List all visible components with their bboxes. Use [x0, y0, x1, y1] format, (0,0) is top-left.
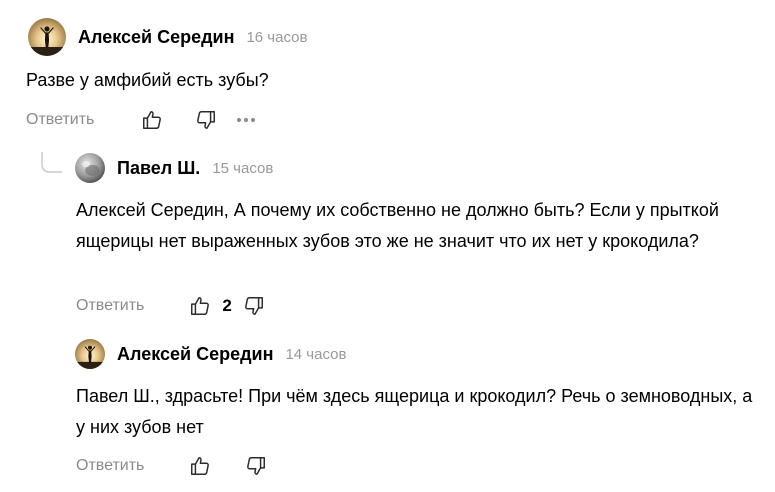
- comment-actions: Ответить 2: [76, 294, 266, 318]
- comment-header: Алексей Середин 16 часов: [28, 18, 307, 56]
- author-name[interactable]: Павел Ш.: [117, 158, 200, 179]
- comment-text: Павел Ш., здрасьте! При чём здесь ящериц…: [76, 386, 753, 437]
- reply-button[interactable]: Ответить: [76, 457, 144, 475]
- author-name[interactable]: Алексей Середин: [117, 344, 273, 365]
- reply-thread-icon: [41, 152, 62, 173]
- reply-button[interactable]: Ответить: [26, 111, 94, 129]
- comment-text: Разве у амфибий есть зубы?: [26, 70, 269, 90]
- comment-header: Алексей Середин 14 часов: [75, 339, 346, 369]
- comment-time: 15 часов: [212, 159, 274, 177]
- comment-text: Алексей Середин, А почему их собственно …: [76, 200, 719, 251]
- thumbs-down-icon[interactable]: [244, 454, 268, 478]
- like-count: 2: [222, 296, 232, 315]
- comment-time: 16 часов: [246, 28, 308, 46]
- comment-actions: Ответить: [76, 454, 268, 478]
- avatar[interactable]: [75, 339, 105, 369]
- comment-actions: Ответить: [26, 108, 258, 132]
- thumbs-up-icon[interactable]: [188, 454, 212, 478]
- avatar[interactable]: [28, 18, 66, 56]
- reply-button[interactable]: Ответить: [76, 297, 144, 315]
- more-dots-icon[interactable]: [234, 108, 258, 132]
- avatar[interactable]: [75, 153, 105, 183]
- thumbs-up-icon[interactable]: [188, 294, 212, 318]
- thumbs-down-icon[interactable]: [242, 294, 266, 318]
- thumbs-up-icon[interactable]: [140, 108, 164, 132]
- thumbs-down-icon[interactable]: [194, 108, 218, 132]
- comment-header: Павел Ш. 15 часов: [75, 153, 273, 183]
- comment-time: 14 часов: [285, 345, 347, 363]
- author-name[interactable]: Алексей Середин: [78, 27, 234, 48]
